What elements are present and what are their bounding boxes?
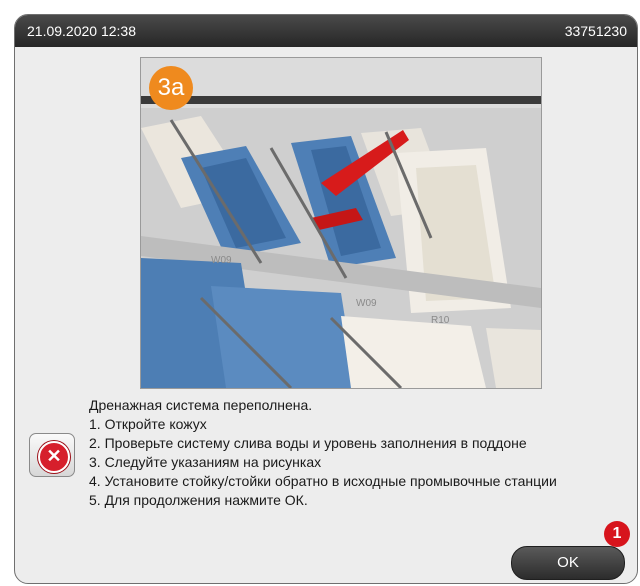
step-badge: 3a: [149, 66, 193, 110]
message-line: 3. Следуйте указаниям на рисунках: [89, 454, 322, 470]
title-bar: 21.09.2020 12:38 33751230: [15, 15, 637, 47]
message-line: 5. Для продолжения нажмите ОК.: [89, 492, 308, 508]
rack-photo-illustration: W09 W09 R10: [141, 58, 541, 388]
message-line: 1. Откройте кожух: [89, 416, 207, 432]
dialog-window: 21.09.2020 12:38 33751230 W09 W09 R10 3a…: [14, 14, 638, 584]
message-line: Дренажная система переполнена.: [89, 397, 313, 413]
rack-label-w09-a: W09: [356, 298, 377, 309]
instruction-image: W09 W09 R10 3a: [140, 57, 542, 389]
message-line: 4. Установите стойку/стойки обратно в ис…: [89, 473, 557, 489]
message-text: Дренажная система переполнена. 1. Открой…: [89, 397, 633, 511]
rack-label-w09-b: W09: [211, 255, 232, 266]
ok-button[interactable]: OK: [511, 546, 625, 580]
serial-number-label: 33751230: [564, 23, 627, 39]
callout-marker: 1: [604, 521, 630, 547]
message-line: 2. Проверьте систему слива воды и уровен…: [89, 435, 527, 451]
error-icon-button[interactable]: ✕: [29, 433, 75, 477]
datetime-label: 21.09.2020 12:38: [27, 23, 136, 39]
rack-label-r10: R10: [431, 315, 450, 326]
error-icon: ✕: [38, 441, 70, 473]
